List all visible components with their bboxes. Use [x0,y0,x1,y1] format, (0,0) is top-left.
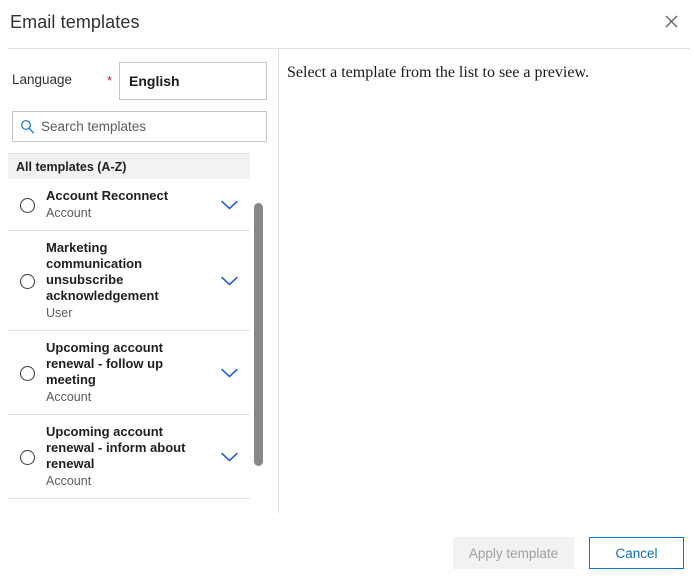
required-marker: * [107,73,113,88]
dialog-footer: Apply template Cancel [0,514,694,584]
template-entity: Account [46,390,92,404]
list-section-header-label: All templates (A-Z) [16,159,127,174]
list-scrollbar[interactable] [254,201,263,561]
template-text: Upcoming account renewal - follow up mee… [46,340,208,406]
template-text: Upcoming account renewal - inform about … [46,424,208,490]
template-text: Account Reconnect Account [46,188,208,222]
cancel-button[interactable]: Cancel [589,537,684,569]
language-label: Language [12,72,73,87]
list-item[interactable]: Upcoming account renewal - share quote A… [8,499,250,507]
search-icon [13,112,41,141]
list-item[interactable]: Upcoming account renewal - follow up mee… [8,331,250,415]
radio-circle-icon [19,449,35,465]
template-text: Marketing communication unsubscribe ackn… [46,240,208,322]
preview-placeholder-text: Select a template from the list to see a… [287,64,589,81]
template-radio[interactable] [8,197,46,213]
template-entity: Account [46,206,92,220]
search-input[interactable] [41,113,256,140]
template-preview-pane: Select a template from the list to see a… [279,49,694,514]
radio-circle-icon [19,365,35,381]
close-icon [665,15,678,31]
email-templates-dialog: Email templates Language * English Searc… [0,0,694,584]
chevron-down-icon[interactable] [208,452,250,462]
template-name: Upcoming account renewal - follow up mee… [46,340,164,387]
list-scrollbar-thumb[interactable] [254,203,263,466]
template-radio[interactable] [8,365,46,381]
search-field[interactable] [12,111,267,142]
chevron-down-icon[interactable] [208,368,250,378]
template-radio[interactable] [8,449,46,465]
chevron-down-icon[interactable] [208,200,250,210]
language-select[interactable]: English [119,62,267,100]
radio-circle-icon [19,273,35,289]
template-entity: User [46,306,73,320]
chevron-down-icon[interactable] [208,276,250,286]
template-list[interactable]: Account Reconnect Account Marketing comm… [8,179,250,507]
language-value: English [129,73,180,89]
list-item[interactable]: Account Reconnect Account [8,179,250,231]
template-name: Marketing communication unsubscribe ackn… [46,240,159,303]
close-button[interactable] [656,8,686,38]
template-radio[interactable] [8,273,46,289]
template-entity: Account [46,474,92,488]
list-item[interactable]: Marketing communication unsubscribe ackn… [8,231,250,331]
page-title: Email templates [10,12,140,32]
template-name: Account Reconnect [46,188,169,203]
language-field-row: Language * English [0,62,278,100]
template-name: Upcoming account renewal - inform about … [46,424,186,471]
apply-template-button[interactable]: Apply template [453,537,574,569]
radio-circle-icon [19,197,35,213]
list-item[interactable]: Upcoming account renewal - inform about … [8,415,250,499]
template-selection-pane: Language * English All templates (A-Z) [0,49,278,514]
list-section-header: All templates (A-Z) [8,153,250,179]
